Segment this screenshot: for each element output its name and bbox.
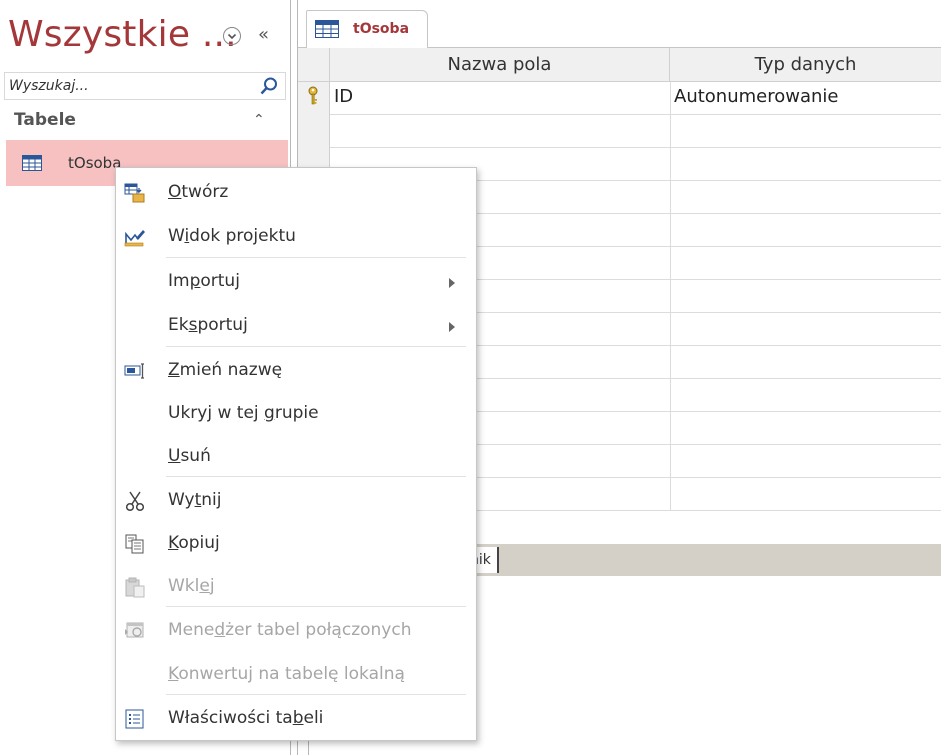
column-divider [670, 313, 671, 346]
column-divider [670, 445, 671, 478]
nav-item-label: tOsoba [68, 154, 122, 172]
menu-separator [166, 606, 466, 607]
data-type-cell[interactable]: Autonumerowanie [674, 86, 838, 107]
menu-item-delete[interactable]: Usuń [116, 435, 476, 477]
tab-label: tOsoba [353, 21, 410, 37]
column-divider [670, 148, 671, 181]
menu-item-hide-in-group[interactable]: Ukryj w tej grupie [116, 392, 476, 434]
document-tab-strip: tOsoba [298, 0, 941, 48]
menu-item-label: Zmień nazwę [168, 360, 283, 380]
column-divider [670, 478, 671, 511]
submenu-arrow-icon [448, 318, 456, 337]
menu-item-import[interactable]: Importuj [116, 260, 476, 302]
menu-item-table-properties[interactable]: Właściwości tabeli [116, 697, 476, 739]
menu-item-label: Konwertuj na tabelę lokalną [168, 664, 405, 684]
column-divider [670, 346, 671, 379]
menu-item-design-view[interactable]: Widok projektu [116, 215, 476, 257]
column-header-field-name[interactable]: Nazwa pola [330, 48, 670, 82]
copy-icon [124, 533, 146, 555]
menu-item-rename[interactable]: Zmień nazwę [116, 349, 476, 391]
menu-item-label: Eksportuj [168, 315, 248, 335]
menu-item-open[interactable]: Otwórz [116, 171, 476, 213]
menu-item-label: Kopiuj [168, 533, 220, 553]
paste-icon [124, 576, 146, 598]
properties-icon [124, 708, 146, 730]
open-table-icon [124, 182, 146, 204]
menu-separator [166, 346, 466, 347]
row-selector[interactable] [298, 115, 330, 148]
menu-item-label: Usuń [168, 446, 211, 466]
menu-item-label: Menedżer tabel połączonych [168, 620, 412, 640]
menu-item-label: Importuj [168, 271, 240, 291]
menu-item-label: Otwórz [168, 182, 229, 202]
menu-item-convert-to-local[interactable]: Konwertuj na tabelę lokalną [116, 653, 476, 695]
column-divider [670, 214, 671, 247]
tab-tosoba[interactable]: tOsoba [306, 10, 428, 48]
select-all-corner[interactable] [298, 48, 330, 82]
column-divider [670, 82, 671, 115]
column-divider [670, 379, 671, 412]
table-row[interactable] [298, 115, 941, 148]
context-menu: Otwórz Widok projektu Importuj Eksportuj… [115, 167, 477, 741]
group-header-tables[interactable]: Tabele [14, 110, 76, 130]
scissors-icon [124, 490, 146, 512]
linked-table-manager-icon [124, 620, 146, 642]
column-divider [670, 247, 671, 280]
nav-pane-title[interactable]: Wszystkie ... [8, 14, 237, 55]
column-divider [670, 181, 671, 214]
table-icon [315, 20, 339, 42]
menu-item-label: Wklej [168, 576, 215, 596]
chevron-down-icon[interactable] [223, 27, 241, 45]
search-icon[interactable] [259, 76, 279, 100]
menu-item-label: Ukryj w tej grupie [168, 403, 319, 423]
chevron-double-up-icon[interactable]: ⌃ [253, 112, 265, 128]
primary-key-icon [306, 86, 320, 110]
menu-item-cut[interactable]: Wytnij [116, 479, 476, 521]
search-input[interactable] [9, 74, 249, 98]
menu-item-label: Widok projektu [168, 226, 296, 246]
menu-item-label: Właściwości tabeli [168, 708, 324, 728]
table-icon [22, 155, 42, 175]
menu-item-linked-table-manager[interactable]: Menedżer tabel połączonych [116, 609, 476, 651]
menu-item-copy[interactable]: Kopiuj [116, 522, 476, 564]
menu-item-label: Wytnij [168, 490, 222, 510]
rename-icon [124, 360, 146, 382]
menu-item-export[interactable]: Eksportuj [116, 304, 476, 346]
row-selector[interactable] [298, 82, 330, 115]
column-header-data-type[interactable]: Typ danych [670, 48, 941, 82]
field-name-cell[interactable]: ID [334, 86, 353, 107]
nav-search-box [4, 72, 286, 100]
column-divider [670, 280, 671, 313]
menu-item-paste[interactable]: Wklej [116, 565, 476, 607]
column-divider [670, 115, 671, 148]
grid-header: Nazwa pola Typ danych [298, 48, 941, 82]
submenu-arrow-icon [448, 274, 456, 293]
collapse-pane-icon[interactable]: « [258, 24, 269, 45]
table-row[interactable]: ID Autonumerowanie [298, 82, 941, 115]
column-divider [670, 412, 671, 445]
menu-separator [166, 476, 466, 477]
design-view-icon [124, 226, 146, 248]
menu-separator [166, 694, 466, 695]
menu-separator [166, 257, 466, 258]
